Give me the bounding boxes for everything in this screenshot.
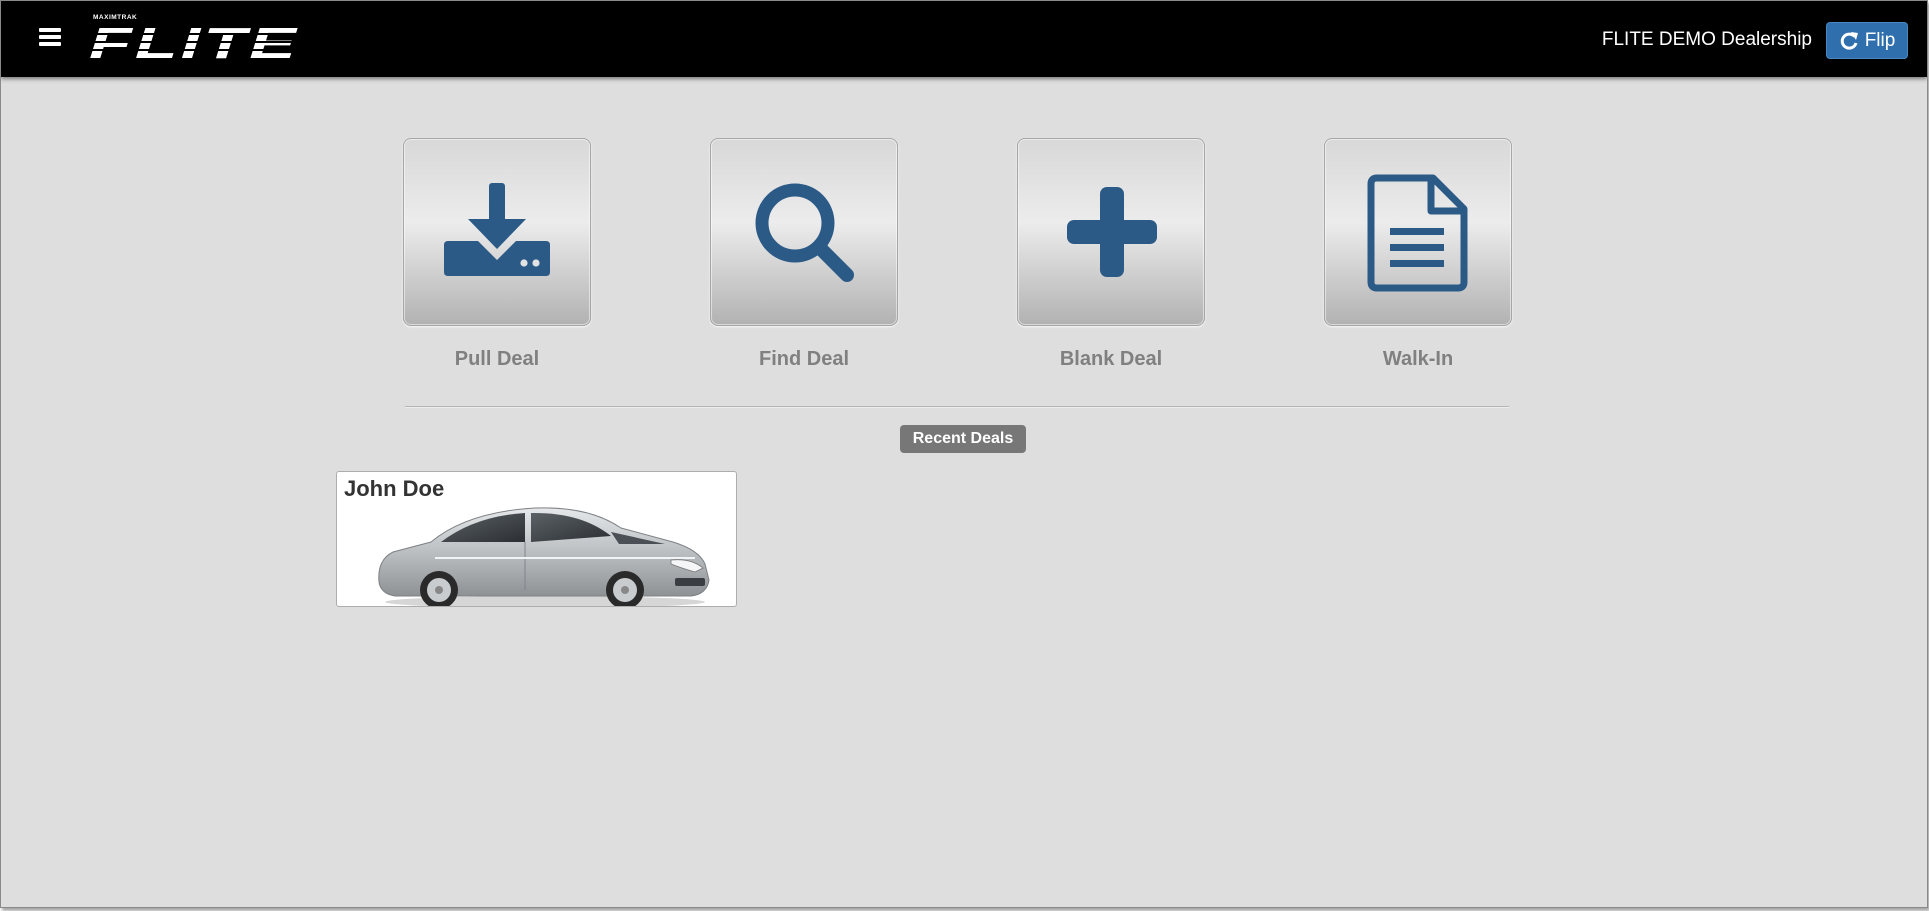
blank-deal-label: Blank Deal	[1059, 348, 1163, 370]
app-window: MAXIMTRAK FLITE FLITE DEMO Dealership Fl…	[0, 0, 1928, 908]
document-icon	[1367, 174, 1468, 292]
car-image	[378, 507, 710, 606]
find-deal-tile[interactable]	[710, 138, 898, 326]
refresh-icon	[1840, 31, 1858, 50]
top-navbar: MAXIMTRAK FLITE FLITE DEMO Dealership Fl…	[1, 1, 1927, 77]
search-icon	[755, 183, 854, 282]
flip-label: Flip	[1864, 29, 1896, 51]
section-divider	[405, 406, 1509, 408]
dealership-name: FLITE DEMO Dealership	[1601, 29, 1812, 50]
pull-deal-label: Pull Deal	[454, 348, 540, 370]
recent-deals-badge: Recent Deals	[900, 425, 1026, 453]
hamburger-menu-icon[interactable]	[39, 26, 63, 48]
walk-in-label: Walk-In	[1382, 348, 1454, 370]
walk-in-button[interactable]: Walk-In	[1324, 138, 1512, 371]
flip-button[interactable]: Flip	[1826, 22, 1908, 59]
download-icon	[444, 183, 550, 276]
deal-actions: Pull Deal Find Deal Blank Deal Walk-In	[403, 138, 1513, 378]
pull-deal-button[interactable]: Pull Deal	[403, 138, 591, 371]
walk-in-tile[interactable]	[1324, 138, 1512, 326]
blank-deal-button[interactable]: Blank Deal	[1017, 138, 1205, 371]
find-deal-label: Find Deal	[758, 348, 849, 370]
recent-deal-card[interactable]: John Doe	[336, 471, 737, 607]
find-deal-button[interactable]: Find Deal	[710, 138, 898, 371]
pull-deal-tile[interactable]	[403, 138, 591, 326]
flite-logo: MAXIMTRAK FLITE	[89, 14, 304, 63]
plus-icon	[1067, 187, 1157, 277]
blank-deal-tile[interactable]	[1017, 138, 1205, 326]
